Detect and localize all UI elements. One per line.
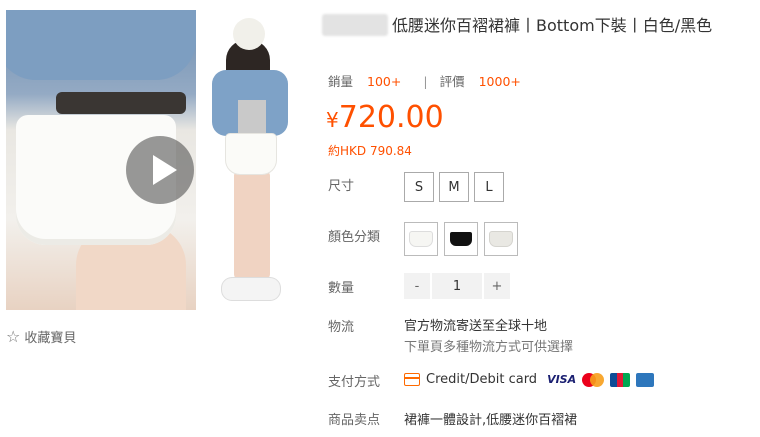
model-hat	[233, 18, 265, 50]
white-skirt-thumbnail	[410, 232, 432, 246]
size-options: S M L	[404, 172, 504, 202]
color-options	[404, 222, 518, 256]
logistics-info: 官方物流寄送至全球十地	[404, 319, 548, 334]
model-top	[238, 100, 266, 134]
reviews-label: 評價	[439, 74, 465, 89]
stats-divider: |	[423, 74, 428, 89]
color-option-white[interactable]	[404, 222, 438, 256]
mastercard-logo	[582, 372, 605, 387]
reviews-value: 1000+	[478, 74, 521, 89]
quantity-input[interactable]: 1	[432, 273, 482, 299]
highlights-label: 商品卖点	[328, 413, 381, 428]
size-label: 尺寸	[328, 179, 355, 194]
model-skirt	[226, 134, 276, 174]
favorite-label: 收藏寶貝	[24, 331, 77, 346]
payment-method-text: Credit/Debit card	[426, 372, 538, 387]
payment-label: 支付方式	[328, 375, 381, 390]
product-photo-model	[196, 10, 304, 310]
ivory-skirt-thumbnail	[490, 232, 512, 246]
size-option-s[interactable]: S	[404, 172, 434, 202]
currency-symbol: ¥	[326, 108, 339, 132]
play-video-button[interactable]	[126, 136, 194, 204]
model-shoes	[222, 278, 280, 300]
quantity-stepper: - 1 +	[404, 273, 510, 299]
payment-methods: Credit/Debit card VISA	[404, 372, 655, 387]
quantity-label: 數量	[328, 281, 355, 296]
color-option-black[interactable]	[444, 222, 478, 256]
logistics-note: 下單頁多種物流方式可供選擇	[404, 340, 574, 355]
credit-card-icon	[404, 373, 420, 386]
belt-detail	[56, 92, 186, 114]
sales-label: 銷量	[328, 74, 354, 89]
quantity-increase-button[interactable]: +	[484, 273, 510, 299]
logistics-label: 物流	[328, 320, 355, 335]
converted-price: 約HKD 790.84	[328, 144, 412, 158]
blurred-brand	[322, 14, 388, 36]
highlights-text: 裙褲一體設計,低腰迷你百褶裙	[404, 413, 578, 428]
jcb-logo	[610, 372, 631, 387]
amex-logo	[636, 372, 655, 387]
black-skirt-thumbnail	[450, 232, 472, 246]
visa-logo: VISA	[547, 373, 577, 386]
star-icon: ☆	[6, 327, 21, 346]
color-label: 顏色分類	[328, 230, 381, 245]
price-amount: 720.00	[338, 100, 444, 135]
price: ¥720.00	[326, 100, 444, 135]
color-option-ivory[interactable]	[484, 222, 518, 256]
product-gallery[interactable]	[6, 10, 304, 310]
sales-value: 100+	[367, 74, 402, 89]
size-option-m[interactable]: M	[439, 172, 469, 202]
sales-stats: 銷量 100+ | 評價 1000+	[328, 71, 521, 90]
product-title: 低腰迷你百褶裙褲丨Bottom下裝丨白色/黑色	[322, 12, 756, 36]
favorite-button[interactable]: ☆ 收藏寶貝	[6, 327, 76, 346]
quantity-decrease-button[interactable]: -	[404, 273, 430, 299]
model-legs	[234, 170, 270, 280]
product-title-text: 低腰迷你百褶裙褲丨Bottom下裝丨白色/黑色	[392, 16, 713, 35]
jacket-detail	[6, 10, 196, 80]
size-option-l[interactable]: L	[474, 172, 504, 202]
